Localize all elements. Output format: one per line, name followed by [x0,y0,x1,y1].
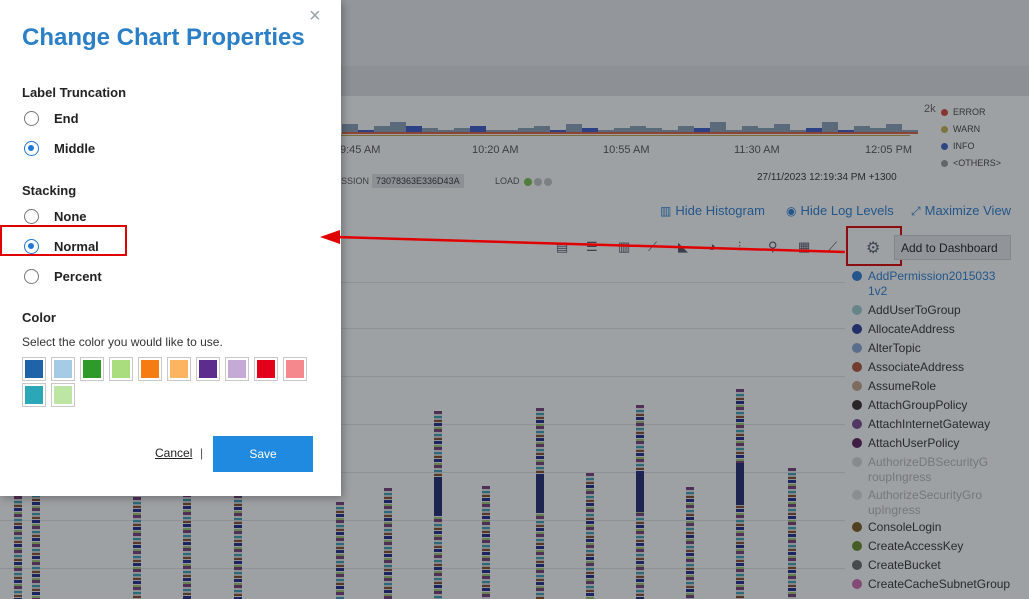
annotation-arrow [320,230,846,254]
